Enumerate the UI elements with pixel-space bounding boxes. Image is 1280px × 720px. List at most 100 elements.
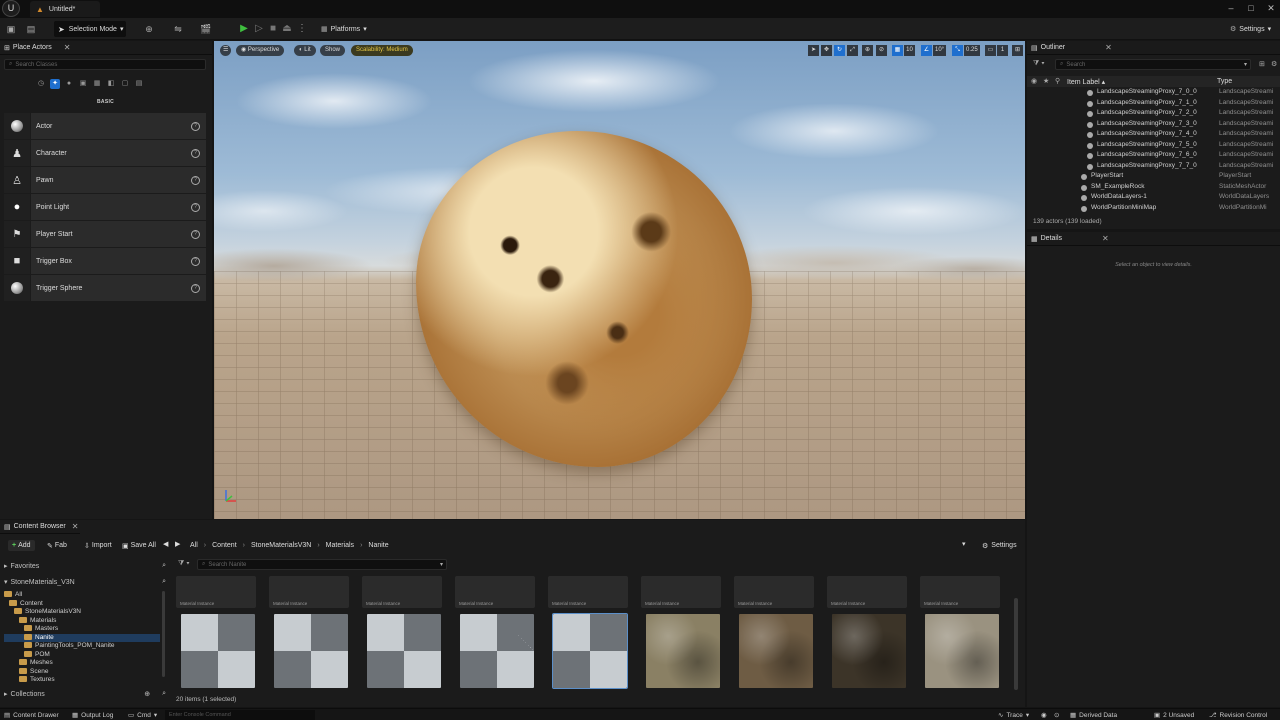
content-browser-tab[interactable]: ▤ Content Browser ✕ <box>0 520 80 534</box>
asset-search-input[interactable]: ⌕ Search Nanite ▾ <box>197 559 447 570</box>
blueprint-icon[interactable]: ⇋ <box>171 22 185 36</box>
lights-icon[interactable]: ● <box>64 79 74 89</box>
outliner-row[interactable]: SM_ExampleRock StaticMeshActor <box>1027 183 1280 194</box>
tree-scrollbar[interactable] <box>162 591 165 677</box>
add-button[interactable]: + Add <box>8 540 35 551</box>
all-classes-icon[interactable]: ▤ <box>134 79 144 89</box>
path-chevron-down-icon[interactable]: ▾ <box>962 540 966 551</box>
save-all-button[interactable]: ▣ Save All <box>122 540 156 551</box>
import-button[interactable]: ⇩ Import <box>84 540 112 551</box>
search-icon[interactable]: ⌕ <box>162 690 166 698</box>
minimize-button[interactable]: – <box>1224 1 1238 15</box>
asset-tile[interactable]: Material Instance <box>641 576 721 692</box>
outliner-search-input[interactable]: ⌕ Search ▾ <box>1055 59 1251 70</box>
screenshot-icon[interactable]: ⊙ <box>1054 711 1059 719</box>
actor-item-character[interactable]: ♟ Character? <box>4 140 206 166</box>
asset-tile[interactable]: Material Instance <box>176 576 256 692</box>
breadcrumb-item[interactable]: All <box>190 542 198 549</box>
pin-column-icon[interactable]: ★ <box>1043 77 1049 85</box>
save-icon[interactable]: ▣ <box>4 22 18 36</box>
history-back-icon[interactable]: ◀ <box>163 540 168 551</box>
outliner-tab[interactable]: ▤ Outliner ✕ <box>1027 41 1280 55</box>
volumes-icon[interactable]: ▢ <box>120 79 130 89</box>
outliner-row[interactable]: LandscapeStreamingProxy_7_3_0 LandscapeSt… <box>1027 120 1280 131</box>
more-options-icon[interactable]: ⋮ <box>295 22 309 36</box>
revision-control-button[interactable]: ⎇ Revision Control <box>1209 711 1267 720</box>
select-tool-icon[interactable]: ➤ <box>808 45 819 56</box>
stop-icon[interactable]: ■ <box>266 22 280 36</box>
asset-tile[interactable]: Material Instance <box>362 576 442 692</box>
folder-tree-item[interactable]: PaintingTools_POM_Nanite <box>4 642 160 651</box>
settings-icon[interactable]: ⚙ <box>1271 60 1277 68</box>
close-tab-icon[interactable]: ✕ <box>1105 43 1112 52</box>
fab-button[interactable]: ✎ Fab <box>47 540 67 551</box>
asset-tile[interactable]: Material Instance <box>827 576 907 692</box>
visual-effects-icon[interactable]: ▦ <box>92 79 102 89</box>
camera-speed-icon[interactable]: ▭ <box>985 45 996 56</box>
folder-tree-item[interactable]: Materials <box>4 616 160 626</box>
folder-tree-item[interactable]: Masters <box>4 625 160 634</box>
help-icon[interactable]: ? <box>191 121 200 131</box>
level-viewport[interactable]: ☰ ◉ Perspective ◐ Lit Show Scalability: … <box>214 41 1025 519</box>
output-log-button[interactable]: ▦ Output Log <box>72 711 113 720</box>
unreal-logo-icon[interactable]: U <box>2 0 20 17</box>
grid-snap-icon[interactable]: ▦ <box>892 45 903 56</box>
actor-item-actor[interactable]: Actor? <box>4 113 206 139</box>
actor-item-trigger-box[interactable]: ■ Trigger Box? <box>4 248 206 274</box>
folder-tree-item[interactable]: Content <box>4 599 160 609</box>
outliner-row[interactable]: LandscapeStreamingProxy_7_6_0 LandscapeSt… <box>1027 151 1280 162</box>
outliner-row[interactable]: LandscapeStreamingProxy_7_0_0 LandscapeSt… <box>1027 88 1280 99</box>
lit-button[interactable]: ◐ Lit <box>294 45 316 56</box>
search-icon[interactable]: ⌕ <box>162 578 166 586</box>
angle-snap-icon[interactable]: ∠ <box>921 45 932 56</box>
search-classes-input[interactable]: ⌕ Search Classes <box>4 59 206 70</box>
outliner-row[interactable]: PlayerStart PlayerStart <box>1027 172 1280 183</box>
selection-mode-dropdown[interactable]: ➤ Selection Mode ▾ <box>54 21 126 37</box>
help-icon[interactable]: ? <box>191 175 200 185</box>
add-actor-icon[interactable]: ⊕ <box>142 22 156 36</box>
step-icon[interactable]: ▷ <box>252 22 266 36</box>
search-icon[interactable]: ⌕ <box>162 562 166 570</box>
perspective-button[interactable]: ◉ Perspective <box>236 45 285 56</box>
translate-tool-icon[interactable]: ✥ <box>821 45 832 56</box>
document-tab[interactable]: ▲ Untitled* <box>30 1 100 17</box>
outliner-row[interactable]: LandscapeStreamingProxy_7_7_0 LandscapeSt… <box>1027 162 1280 173</box>
grid-snap-value[interactable]: 10 <box>904 45 915 56</box>
unsaved-button[interactable]: ▣ 2 Unsaved <box>1154 711 1194 720</box>
outliner-row[interactable]: LandscapeStreamingProxy_7_4_0 LandscapeSt… <box>1027 130 1280 141</box>
camera-speed-value[interactable]: 1 <box>997 45 1008 56</box>
place-actors-tab[interactable]: ⊞ Place Actors ✕ <box>0 41 212 55</box>
asset-tile[interactable]: Material Instance <box>734 576 814 692</box>
breadcrumb-item[interactable]: Nanite <box>368 542 388 549</box>
folder-tree-item[interactable]: Textures <box>4 676 160 685</box>
outliner-row[interactable]: LandscapeStreamingProxy_7_5_0 LandscapeSt… <box>1027 141 1280 152</box>
item-label-column[interactable]: Item Label ▴ <box>1067 78 1105 86</box>
content-drawer-button[interactable]: ▤ Content Drawer <box>4 711 59 720</box>
record-icon[interactable]: ◉ <box>1041 711 1047 719</box>
asset-scrollbar[interactable] <box>1014 598 1018 690</box>
outliner-row[interactable]: WorldPartitionMiniMap WorldPartitionMi <box>1027 204 1280 215</box>
lock-column-icon[interactable]: ⚲ <box>1055 77 1060 85</box>
collections-section[interactable]: ▸ Collections ⊕ ⌕ <box>4 689 166 699</box>
actor-item-point-light[interactable]: ● Point Light? <box>4 194 206 220</box>
favorites-section[interactable]: ▸ Favorites ⌕ <box>4 561 166 571</box>
outliner-row[interactable]: LandscapeStreamingProxy_7_1_0 LandscapeSt… <box>1027 99 1280 110</box>
folder-tree-item[interactable]: All <box>4 591 160 600</box>
actor-item-trigger-sphere[interactable]: Trigger Sphere? <box>4 275 206 301</box>
history-forward-icon[interactable]: ▶ <box>175 540 180 551</box>
close-button[interactable]: ✕ <box>1264 1 1278 15</box>
scale-tool-icon[interactable]: ⤢ <box>847 45 858 56</box>
help-icon[interactable]: ? <box>191 148 200 158</box>
eject-icon[interactable]: ⏏ <box>280 22 294 36</box>
cinematic-icon[interactable]: ▣ <box>78 79 88 89</box>
details-tab[interactable]: ▦ Details ✕ <box>1027 232 1280 246</box>
basic-category-icon[interactable]: ✦ <box>50 79 60 89</box>
scalability-button[interactable]: Scalability: Medium <box>351 45 413 56</box>
folder-tree-item[interactable]: StoneMaterialsV3N <box>4 608 160 617</box>
asset-tile[interactable]: Material Instance <box>455 576 535 692</box>
asset-tile[interactable]: Material Instance <box>920 576 1000 692</box>
cmd-dropdown[interactable]: ▭ Cmd ▾ <box>128 711 157 720</box>
help-icon[interactable]: ? <box>191 229 200 239</box>
settings-dropdown[interactable]: ⚙ Settings ▾ <box>1230 21 1271 37</box>
scale-snap-icon[interactable]: ⤡ <box>952 45 963 56</box>
